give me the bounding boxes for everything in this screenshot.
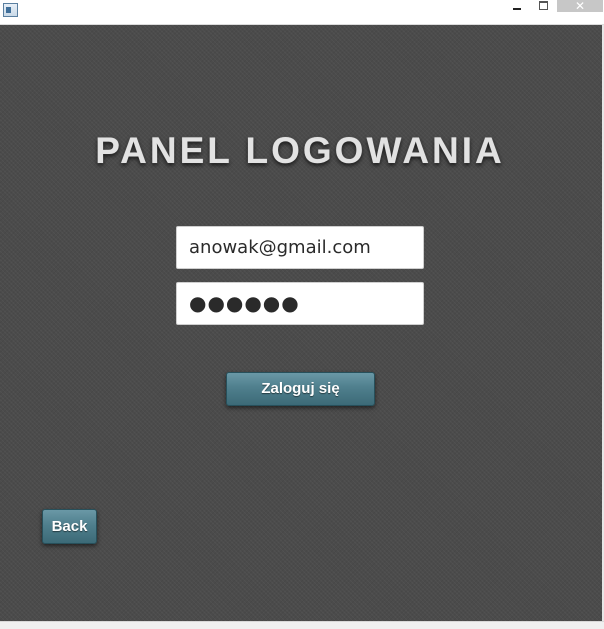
window-bottom-edge: [0, 621, 604, 629]
back-button[interactable]: Back: [42, 509, 97, 544]
minimize-button[interactable]: [508, 0, 526, 12]
maximize-button[interactable]: [534, 0, 552, 12]
page-title: PANEL LOGOWANIA: [95, 130, 505, 171]
application-window: ✕ PANEL LOGOWANIA anowak@gmail.com ●●●●●…: [0, 0, 604, 629]
login-button[interactable]: Zaloguj się: [226, 372, 375, 406]
close-button[interactable]: ✕: [557, 0, 603, 12]
maximize-icon: [538, 1, 548, 10]
email-field[interactable]: anowak@gmail.com: [176, 226, 424, 269]
minimize-icon: [513, 8, 521, 10]
title-bar: ✕: [0, 0, 604, 25]
app-window-icon: [3, 3, 18, 17]
close-icon: ✕: [574, 0, 586, 13]
password-field[interactable]: ●●●●●●: [176, 282, 424, 325]
